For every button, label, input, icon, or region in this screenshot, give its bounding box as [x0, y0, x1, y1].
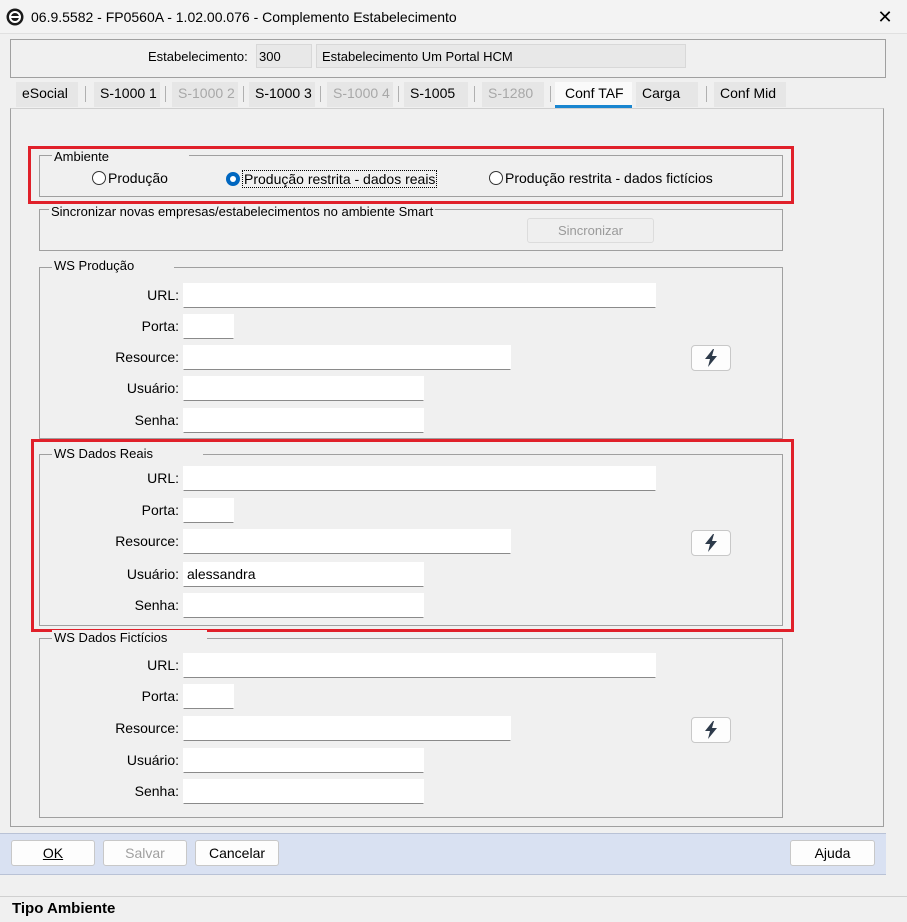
ws-producao-resource-input[interactable]	[183, 345, 511, 370]
ajuda-button[interactable]: Ajuda	[790, 840, 875, 866]
ws-producao-usuario-input[interactable]	[183, 376, 424, 401]
tab-separator	[550, 86, 551, 102]
ambiente-highlight-box	[28, 146, 794, 204]
cancelar-button-label: Cancelar	[208, 845, 266, 861]
tab-conf-mid[interactable]: Conf Mid	[714, 82, 786, 107]
lightning-bolt-icon	[705, 721, 717, 739]
tab-s1000-2[interactable]: S-1000 2	[172, 82, 238, 107]
ws-producao-porta-input[interactable]	[183, 314, 234, 339]
porta-label: Porta:	[141, 688, 179, 704]
salvar-button[interactable]: Salvar	[103, 840, 187, 866]
status-bar	[0, 896, 907, 922]
ws-dados-ficticios-resource-input[interactable]	[183, 716, 511, 741]
ws-producao-senha-input[interactable]	[183, 408, 424, 433]
tab-separator	[474, 86, 475, 102]
ws-producao-url-input[interactable]	[183, 283, 656, 308]
usuario-label: Usuário:	[126, 752, 179, 768]
app-logo-icon	[6, 8, 24, 26]
salvar-button-label: Salvar	[125, 845, 165, 861]
ws-dados-ficticios-legend: WS Dados Fictícios	[52, 630, 208, 645]
estabelecimento-code-field: 300	[256, 44, 312, 68]
tab-separator	[85, 86, 86, 102]
tab-separator	[398, 86, 399, 102]
estabelecimento-name-field: Estabelecimento Um Portal HCM	[316, 44, 686, 68]
ws-dados-ficticios-senha-input[interactable]	[183, 779, 424, 804]
tab-conf-taf[interactable]: Conf TAF	[555, 82, 632, 107]
sincronizar-legend: Sincronizar novas empresas/estabelecimen…	[49, 204, 436, 219]
tab-s1280[interactable]: S-1280	[482, 82, 544, 107]
ws-dados-ficticios-porta-input[interactable]	[183, 684, 234, 709]
porta-label: Porta:	[141, 318, 179, 334]
tab-separator	[320, 86, 321, 102]
tab-s1000-4[interactable]: S-1000 4	[327, 82, 393, 107]
cancelar-button[interactable]: Cancelar	[195, 840, 279, 866]
sincronizar-button[interactable]: Sincronizar	[527, 218, 654, 243]
ws-producao-test-button[interactable]	[691, 345, 731, 371]
ws-dados-reais-highlight-box	[31, 439, 794, 632]
ajuda-button-label: Ajuda	[814, 845, 851, 861]
tab-s1000-3[interactable]: S-1000 3	[249, 82, 315, 107]
tab-carga[interactable]: Carga	[636, 82, 698, 107]
ok-button-label: OK	[42, 845, 64, 861]
status-text: Tipo Ambiente	[12, 900, 116, 917]
window-title: 06.9.5582 - FP0560A - 1.02.00.076 - Comp…	[31, 9, 457, 25]
ws-producao-legend: WS Produção	[52, 258, 175, 273]
tab-s1005[interactable]: S-1005	[404, 82, 468, 107]
tab-separator	[243, 86, 244, 102]
tab-separator	[706, 86, 707, 102]
close-icon[interactable]: ✕	[870, 4, 900, 30]
senha-label: Senha:	[134, 783, 179, 799]
ok-button[interactable]: OK	[11, 840, 95, 866]
ws-dados-ficticios-url-input[interactable]	[183, 653, 656, 678]
resource-label: Resource:	[115, 349, 179, 365]
tab-s1000-1[interactable]: S-1000 1	[94, 82, 160, 107]
url-label: URL:	[147, 287, 179, 303]
tab-esocial[interactable]: eSocial	[16, 82, 78, 107]
ws-dados-ficticios-test-button[interactable]	[691, 717, 731, 743]
url-label: URL:	[147, 657, 179, 673]
usuario-label: Usuário:	[126, 380, 179, 396]
ws-dados-ficticios-usuario-input[interactable]	[183, 748, 424, 773]
estabelecimento-label: Estabelecimento:	[148, 49, 248, 64]
resource-label: Resource:	[115, 720, 179, 736]
tab-separator	[165, 86, 166, 102]
senha-label: Senha:	[134, 412, 179, 428]
lightning-bolt-icon	[705, 349, 717, 367]
